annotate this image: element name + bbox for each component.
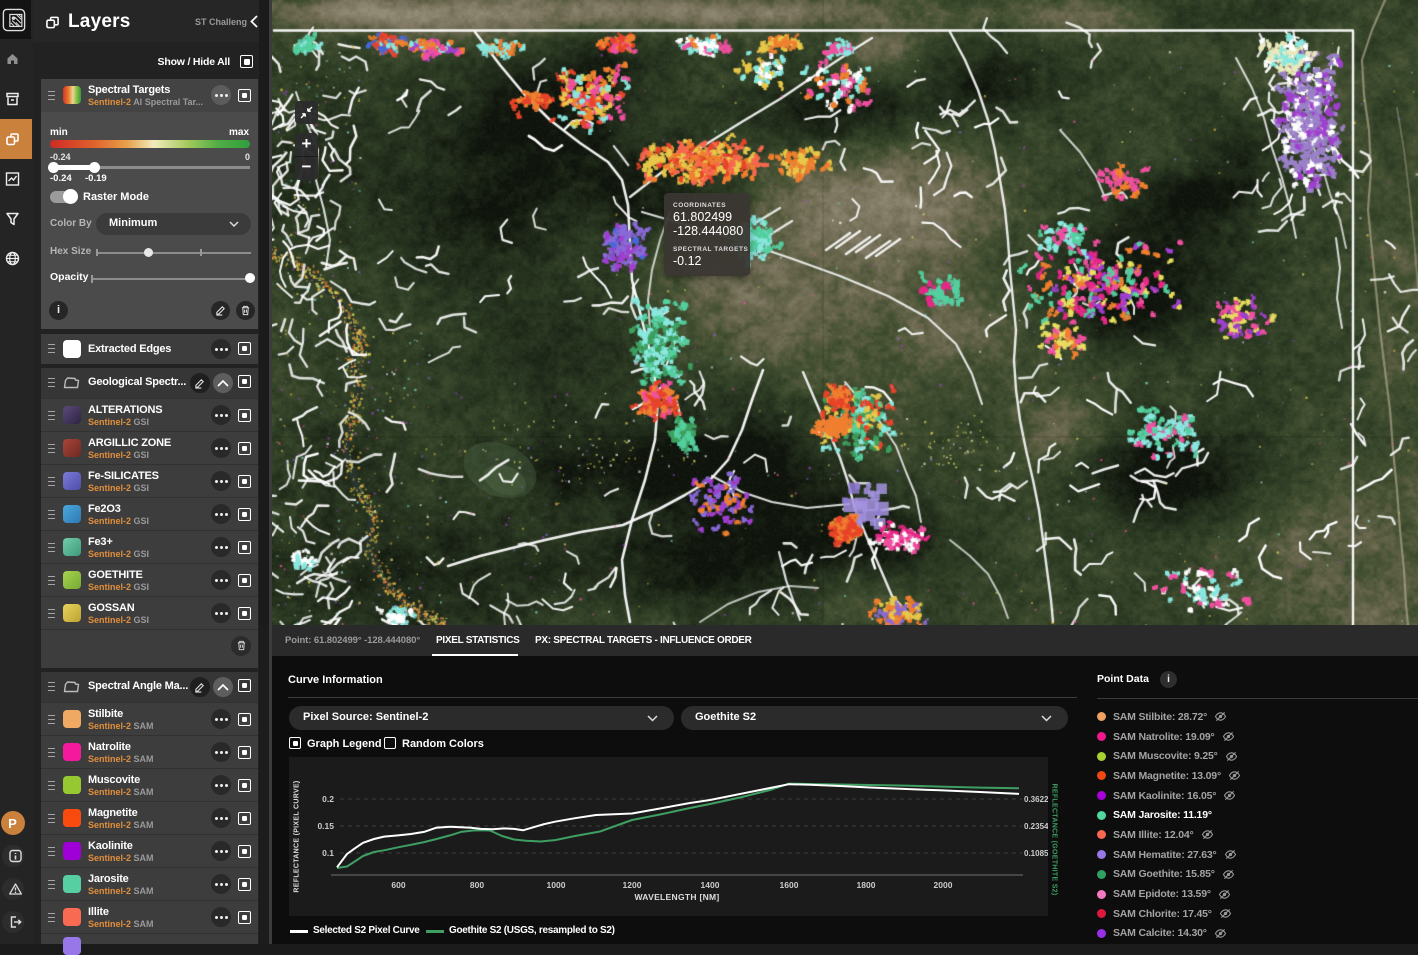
svg-text:1400: 1400 bbox=[701, 880, 720, 890]
svg-text:0.1: 0.1 bbox=[322, 848, 334, 858]
svg-text:1600: 1600 bbox=[780, 880, 799, 890]
svg-text:1800: 1800 bbox=[857, 880, 876, 890]
svg-text:0.2354: 0.2354 bbox=[1024, 822, 1048, 831]
svg-text:0.15: 0.15 bbox=[317, 821, 334, 831]
svg-text:WAVELENGTH [NM]: WAVELENGTH [NM] bbox=[634, 892, 719, 902]
svg-text:800: 800 bbox=[470, 880, 484, 890]
svg-text:0.1085: 0.1085 bbox=[1024, 849, 1048, 858]
svg-text:0.3622: 0.3622 bbox=[1024, 795, 1048, 804]
svg-text:2000: 2000 bbox=[934, 880, 953, 890]
svg-text:1000: 1000 bbox=[547, 880, 566, 890]
svg-text:600: 600 bbox=[391, 880, 405, 890]
svg-text:1200: 1200 bbox=[623, 880, 642, 890]
svg-text:0.2: 0.2 bbox=[322, 794, 334, 804]
